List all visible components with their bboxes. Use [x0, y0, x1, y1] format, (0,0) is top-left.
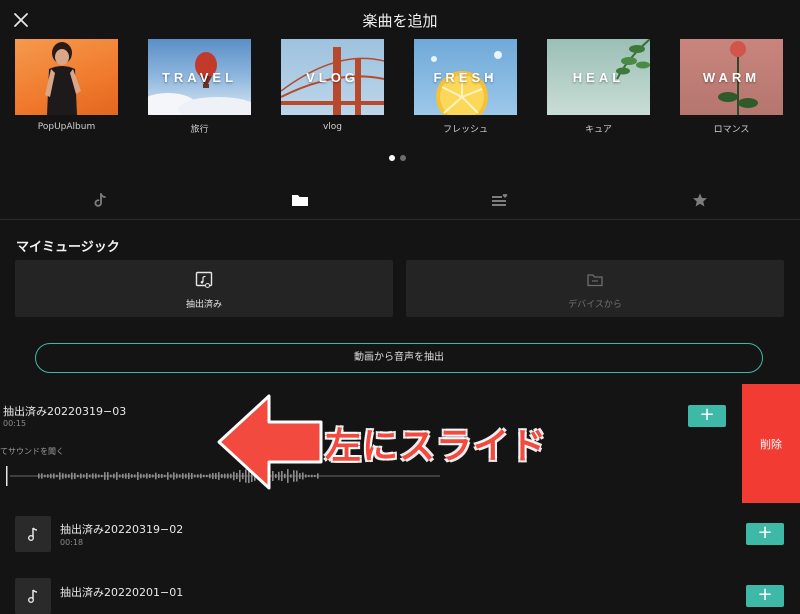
track-duration: 00:18 — [60, 538, 84, 547]
album-card-warm[interactable]: WARM ロマンス — [680, 39, 783, 135]
album-card-popupalbum[interactable]: PopUpAlbum — [15, 39, 118, 132]
star-icon — [693, 193, 707, 207]
page-title: 楽曲を追加 — [362, 12, 438, 30]
track-title: 抽出済み20220319−02 — [60, 523, 184, 536]
album-label: フレッシュ — [442, 125, 488, 135]
album-card-fresh[interactable]: FRESH フレッシュ — [414, 39, 517, 135]
pager-dot[interactable] — [400, 155, 406, 161]
album-label: キュア — [585, 125, 612, 135]
music-note-icon — [28, 527, 38, 541]
album-thumb: VLOG — [281, 39, 384, 115]
track-title: 抽出済み20220201−01 — [60, 586, 184, 599]
music-source-tabs — [0, 185, 800, 219]
album-thumb: FRESH — [414, 39, 517, 115]
tab-favorites[interactable] — [680, 185, 720, 215]
album-thumb: TRAVEL — [148, 39, 251, 115]
preview-hint: てサウンドを聞く — [0, 447, 64, 456]
track-thumbnail — [15, 516, 51, 552]
track-thumbnail — [15, 578, 51, 614]
add-track-button[interactable]: + — [746, 585, 784, 607]
extracted-audio-icon — [195, 271, 213, 288]
album-word: TRAVEL — [161, 69, 238, 85]
extract-audio-button[interactable]: 動画から音声を抽出 — [35, 343, 763, 373]
folder-icon — [292, 195, 308, 206]
tab-tiktok[interactable] — [80, 185, 120, 215]
album-word: HEAL — [572, 69, 625, 85]
tab-folder[interactable] — [280, 185, 320, 215]
carousel-pager — [389, 146, 411, 165]
tab-divider — [0, 219, 800, 220]
album-label: vlog — [322, 122, 343, 132]
playlist-heart-icon — [492, 194, 508, 206]
album-thumb: WARM — [680, 39, 783, 115]
album-label: ロマンス — [713, 125, 750, 135]
album-word: FRESH — [433, 69, 498, 85]
section-title-my-music: マイミュージック — [16, 240, 120, 255]
slide-left-annotation: 左にスライド — [325, 426, 548, 467]
tab-playlist[interactable] — [480, 185, 520, 215]
album-word: VLOG — [306, 69, 359, 85]
left-arrow-annotation — [217, 394, 323, 490]
track-title: 抽出済み20220319−03 — [3, 405, 127, 418]
add-track-button[interactable]: + — [746, 523, 784, 545]
pager-dot-active[interactable] — [389, 155, 395, 161]
folder-outline-icon — [587, 274, 603, 287]
album-label: PopUpAlbum — [37, 122, 96, 132]
album-card-travel[interactable]: TRAVEL 旅行 — [148, 39, 251, 135]
track-duration: 00:15 — [3, 419, 27, 428]
music-note-icon — [28, 589, 38, 603]
album-thumb — [15, 39, 118, 115]
extracted-label: 抽出済み — [185, 300, 222, 310]
extracted-source-button[interactable]: 抽出済み — [15, 260, 393, 317]
album-label: 旅行 — [190, 125, 209, 135]
tiktok-icon — [94, 193, 106, 207]
add-track-button[interactable]: + — [688, 405, 726, 427]
device-source-button[interactable]: デバイスから — [406, 260, 784, 317]
device-label: デバイスから — [568, 300, 622, 310]
delete-button[interactable]: 削除 — [742, 384, 800, 503]
album-thumb: HEAL — [547, 39, 650, 115]
playhead[interactable] — [6, 466, 8, 486]
album-word: WARM — [702, 69, 761, 85]
album-card-vlog[interactable]: VLOG vlog — [281, 39, 384, 132]
album-card-heal[interactable]: HEAL キュア — [547, 39, 650, 135]
